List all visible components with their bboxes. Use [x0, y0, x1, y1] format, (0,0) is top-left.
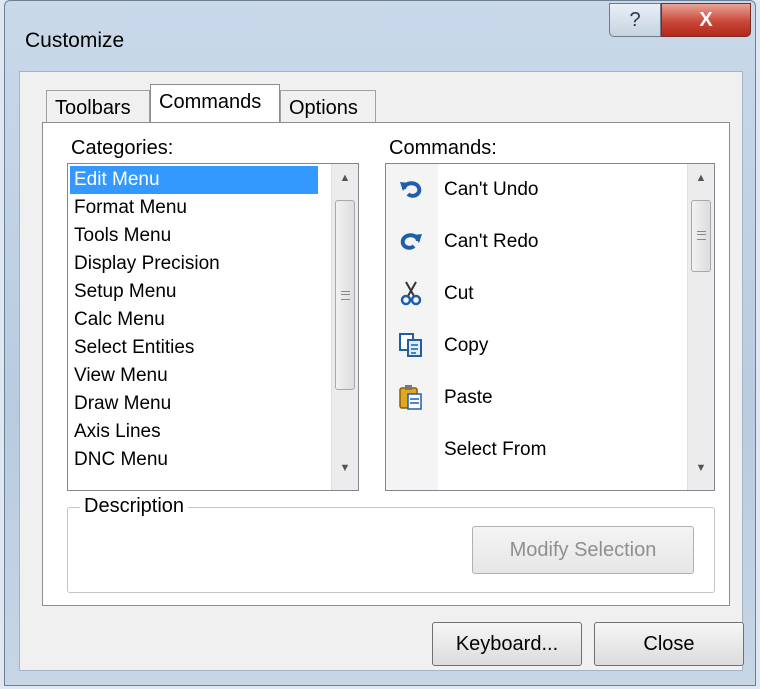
scroll-down-arrow-icon[interactable]: ▼ — [688, 462, 714, 474]
commands-tab-page: Categories: Commands: Edit Menu Format Me… — [42, 122, 730, 606]
command-item[interactable]: Can't Undo — [386, 168, 676, 212]
help-button[interactable]: ? — [609, 3, 661, 37]
category-item[interactable]: DNC Menu — [70, 446, 318, 474]
close-button[interactable]: Close — [594, 622, 744, 666]
tab-commands-label: Commands — [159, 91, 262, 113]
category-item[interactable]: Select Entities — [70, 334, 318, 362]
scissors-icon — [398, 280, 424, 306]
dialog-client: Toolbars Commands Options Categories: Co… — [19, 71, 744, 671]
command-label: Select From — [444, 439, 547, 460]
command-label: Copy — [444, 335, 489, 356]
description-group: Description Modify Selection — [67, 495, 715, 593]
command-label: Paste — [444, 387, 493, 408]
command-item[interactable]: Select From — [386, 428, 676, 472]
command-item[interactable]: Paste — [386, 376, 676, 420]
keyboard-button[interactable]: Keyboard... — [432, 622, 582, 666]
category-item[interactable]: Axis Lines — [70, 418, 318, 446]
description-legend: Description — [80, 495, 189, 518]
category-item[interactable]: Edit Menu — [70, 166, 318, 194]
category-item[interactable]: View Menu — [70, 362, 318, 390]
command-item[interactable]: Cut — [386, 272, 676, 316]
tab-options-label: Options — [289, 97, 358, 119]
copy-icon — [398, 332, 424, 358]
window-title: Customize — [25, 29, 125, 52]
redo-icon — [398, 228, 424, 254]
command-item[interactable]: Copy — [386, 324, 676, 368]
category-item[interactable]: Draw Menu — [70, 390, 318, 418]
tab-commands[interactable]: Commands — [150, 84, 280, 122]
scroll-grip-icon — [341, 291, 350, 300]
category-item[interactable]: Tools Menu — [70, 222, 318, 250]
scroll-down-arrow-icon[interactable]: ▼ — [332, 462, 358, 474]
undo-icon — [398, 176, 424, 202]
command-label: Can't Undo — [444, 179, 539, 200]
category-item[interactable]: Format Menu — [70, 194, 318, 222]
commands-scroll-thumb[interactable] — [691, 200, 711, 272]
command-item[interactable]: Can't Redo — [386, 220, 676, 264]
categories-label: Categories: — [71, 137, 174, 159]
category-item[interactable]: Setup Menu — [70, 278, 318, 306]
modify-selection-button[interactable]: Modify Selection — [472, 526, 694, 574]
command-label: Cut — [444, 283, 474, 304]
title-bar[interactable]: Customize ? X — [5, 1, 755, 73]
commands-scrollbar[interactable]: ▲ ▼ — [687, 164, 714, 490]
categories-scroll-thumb[interactable] — [335, 200, 355, 390]
categories-listbox[interactable]: Edit Menu Format Menu Tools Menu Display Pr… — [67, 163, 359, 491]
tab-options[interactable]: Options — [280, 90, 376, 122]
close-window-button[interactable]: X — [661, 3, 751, 37]
tab-toolbars[interactable]: Toolbars — [46, 90, 150, 122]
commands-label: Commands: — [389, 137, 497, 159]
category-item[interactable]: Calc Menu — [70, 306, 318, 334]
help-icon: ? — [629, 8, 641, 31]
tab-toolbars-label: Toolbars — [55, 97, 131, 119]
close-icon: X — [699, 8, 713, 31]
category-item[interactable]: Display Precision — [70, 250, 318, 278]
scroll-grip-icon — [697, 231, 706, 240]
paste-icon — [398, 384, 424, 410]
commands-listbox[interactable]: Can't Undo Can't Redo Cut Copy Paste Select F… — [385, 163, 715, 491]
command-label: Can't Redo — [444, 231, 539, 252]
customize-dialog: Customize ? X Toolbars Commands Options … — [4, 0, 756, 686]
scroll-up-arrow-icon[interactable]: ▲ — [332, 172, 358, 184]
categories-scrollbar[interactable]: ▲ ▼ — [331, 164, 358, 490]
scroll-up-arrow-icon[interactable]: ▲ — [688, 172, 714, 184]
